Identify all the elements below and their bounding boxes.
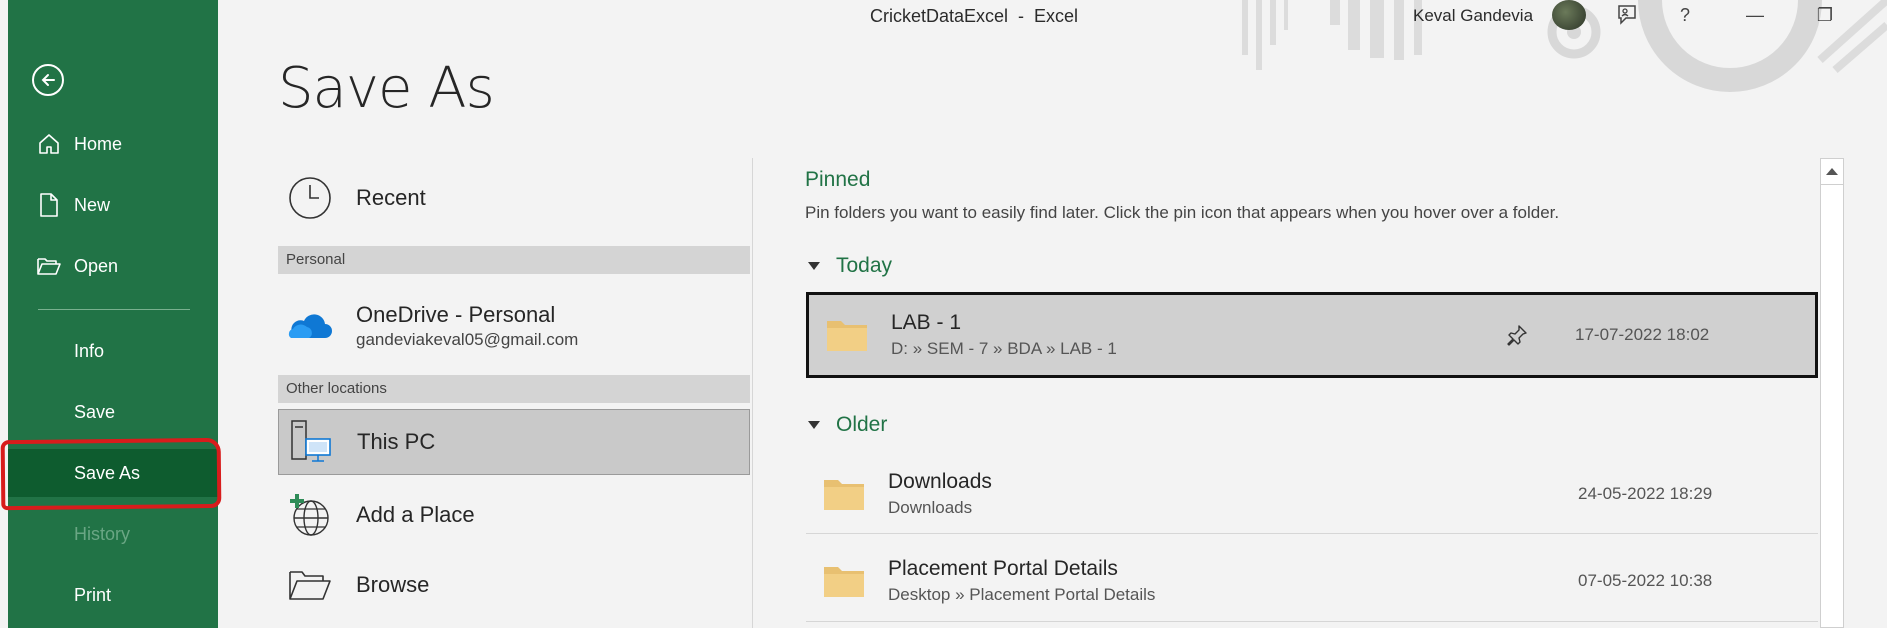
back-button[interactable] — [32, 64, 64, 96]
nav-open[interactable]: Open — [8, 242, 218, 290]
group-older-label: Older — [836, 413, 888, 436]
nav-info-label: Info — [74, 340, 105, 361]
onedrive-title: OneDrive - Personal — [356, 302, 556, 327]
new-document-icon — [36, 192, 62, 218]
minimize-button[interactable]: — — [1738, 2, 1772, 28]
location-browse-label: Browse — [356, 572, 430, 597]
location-recent[interactable]: Recent — [278, 170, 750, 226]
window-edge — [0, 0, 8, 628]
folder-icon — [824, 567, 864, 597]
caret-down-icon — [808, 262, 820, 270]
restore-button[interactable]: ❐ — [1808, 2, 1842, 28]
group-today-label: Today — [836, 254, 893, 277]
location-recent-label: Recent — [356, 185, 426, 210]
location-this-pc[interactable]: This PC — [278, 409, 750, 475]
folder-path: D: » SEM - 7 » BDA » LAB - 1 — [891, 339, 1117, 358]
nav-divider — [38, 309, 190, 310]
folder-icon — [824, 480, 864, 510]
location-this-pc-label: This PC — [357, 429, 436, 454]
nav-new-label: New — [74, 194, 111, 215]
group-older[interactable]: Older — [808, 413, 887, 437]
open-folder-icon — [36, 253, 62, 279]
column-divider — [752, 158, 753, 628]
location-add-place-label: Add a Place — [356, 502, 475, 527]
section-other-locations: Other locations — [278, 375, 750, 403]
row-separator — [806, 621, 1818, 622]
backstage-sidebar: Home New Open Info Save Save As History … — [8, 0, 218, 628]
folder-path: Desktop » Placement Portal Details — [888, 585, 1156, 604]
home-icon — [36, 131, 62, 157]
location-onedrive[interactable]: OneDrive - Personal gandeviakeval05@gmai… — [278, 290, 750, 362]
help-button[interactable]: ? — [1668, 2, 1702, 28]
folder-date: 07-05-2022 10:38 — [1578, 571, 1713, 590]
browse-folder-icon — [286, 561, 334, 609]
account-user-name[interactable]: Keval Gandevia — [1413, 6, 1533, 26]
this-pc-icon — [287, 418, 335, 466]
folder-name: LAB - 1 — [891, 311, 962, 334]
folder-row[interactable]: Placement Portal Details Desktop » Place… — [806, 538, 1818, 624]
nav-history: History — [8, 510, 218, 558]
location-browse[interactable]: Browse — [278, 560, 750, 610]
folder-date: 17-07-2022 18:02 — [1575, 325, 1710, 344]
page-title: Save As — [278, 56, 495, 121]
nav-save[interactable]: Save — [8, 388, 218, 436]
folder-path: Downloads — [888, 498, 973, 517]
folder-row[interactable]: LAB - 1 D: » SEM - 7 » BDA » LAB - 1 17-… — [806, 292, 1818, 378]
location-add-place[interactable]: Add a Place — [278, 490, 750, 540]
avatar[interactable] — [1552, 0, 1586, 30]
folder-row[interactable]: Downloads Downloads 24-05-2022 18:29 — [806, 451, 1818, 537]
folder-name: Downloads — [888, 470, 992, 493]
folder-date: 24-05-2022 18:29 — [1578, 484, 1713, 503]
window-title: CricketDataExcel - Excel — [870, 6, 1079, 26]
row-separator — [806, 533, 1818, 534]
scroll-up-button[interactable] — [1821, 159, 1843, 185]
caret-down-icon — [808, 421, 820, 429]
clock-icon — [286, 174, 334, 222]
nav-home[interactable]: Home — [8, 120, 218, 168]
pinned-description: Pin folders you want to easily find late… — [805, 203, 1560, 222]
nav-history-label: History — [74, 523, 131, 544]
nav-new[interactable]: New — [8, 181, 218, 229]
feedback-button[interactable] — [1610, 2, 1644, 28]
nav-save-as-label: Save As — [74, 462, 141, 483]
nav-info[interactable]: Info — [8, 327, 218, 375]
back-arrow-icon — [41, 74, 55, 86]
onedrive-cloud-icon — [286, 302, 334, 350]
folder-icon — [827, 321, 867, 351]
feedback-icon — [1618, 5, 1636, 25]
pin-icon[interactable] — [1505, 323, 1529, 347]
globe-add-icon — [286, 491, 334, 539]
onedrive-email: gandeviakeval05@gmail.com — [356, 330, 579, 349]
folder-name: Placement Portal Details — [888, 557, 1118, 580]
nav-print-label: Print — [74, 584, 112, 605]
nav-open-label: Open — [74, 255, 119, 276]
nav-save-label: Save — [74, 401, 116, 422]
section-personal: Personal — [278, 246, 750, 274]
vertical-scrollbar[interactable] — [1820, 158, 1844, 628]
nav-home-label: Home — [74, 133, 123, 154]
nav-save-as[interactable]: Save As — [8, 449, 218, 497]
nav-print[interactable]: Print — [8, 571, 218, 619]
group-today[interactable]: Today — [808, 254, 892, 278]
pinned-title: Pinned — [805, 168, 871, 191]
